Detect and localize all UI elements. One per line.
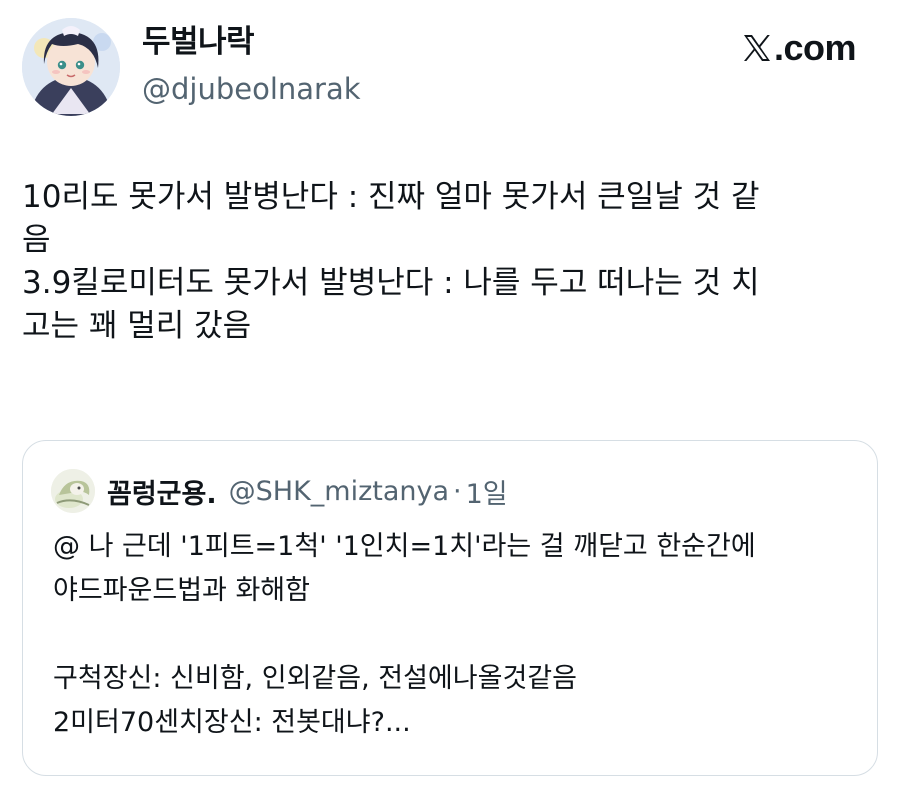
author-avatar[interactable] xyxy=(22,18,120,116)
quoted-tweet-card[interactable]: 꼼렁군용. @SHK_miztanya · 1일 @ 나 근데 '1피트=1척'… xyxy=(22,440,878,776)
quote-line: @ 나 근데 '1피트=1척' '1인치=1치'라는 걸 깨닫고 한순간에 xyxy=(53,531,756,562)
tweet-line: 3.9킬로미터도 못가서 발병난다 : 나를 두고 떠나는 것 치 xyxy=(22,265,760,301)
tweet-line: 고는 꽤 멀리 갔음 xyxy=(22,308,252,344)
quote-line: 야드파운드법과 화해함 xyxy=(53,575,310,606)
quote-header: 꼼렁군용. @SHK_miztanya · 1일 xyxy=(107,471,508,511)
quote-author-avatar[interactable] xyxy=(51,469,95,513)
quote-author-name[interactable]: 꼼렁군용. xyxy=(107,472,217,511)
avatar-illustration xyxy=(22,18,120,116)
x-brand-logo: .com xyxy=(742,24,857,72)
quote-text: @ 나 근데 '1피트=1척' '1인치=1치'라는 걸 깨닫고 한순간에 야드… xyxy=(53,525,853,745)
brand-domain-text: .com xyxy=(773,27,857,68)
quote-line: 구척장신: 신비함, 인외같음, 전설에나올것같음 xyxy=(53,663,577,694)
quote-timestamp[interactable]: 1일 xyxy=(466,472,508,511)
x-logo-icon xyxy=(743,35,770,61)
quote-author-handle[interactable]: @SHK_miztanya xyxy=(229,476,449,507)
quote-line: 2미터70센치장신: 전봇대냐?... xyxy=(53,707,411,738)
tweet-text: 10리도 못가서 발병난다 : 진짜 얼마 못가서 큰일날 것 같 음 3.9킬… xyxy=(22,176,878,348)
author-handle[interactable]: @djubeolnarak xyxy=(142,70,361,108)
quote-blank-line xyxy=(53,613,853,657)
quote-dot-separator: · xyxy=(453,475,462,507)
author-display-name[interactable]: 두벌나락 xyxy=(142,22,255,62)
quote-avatar-illustration xyxy=(51,469,95,513)
tweet-line: 10리도 못가서 발병난다 : 진짜 얼마 못가서 큰일날 것 같 xyxy=(22,179,760,215)
tweet-line: 음 xyxy=(22,222,51,258)
